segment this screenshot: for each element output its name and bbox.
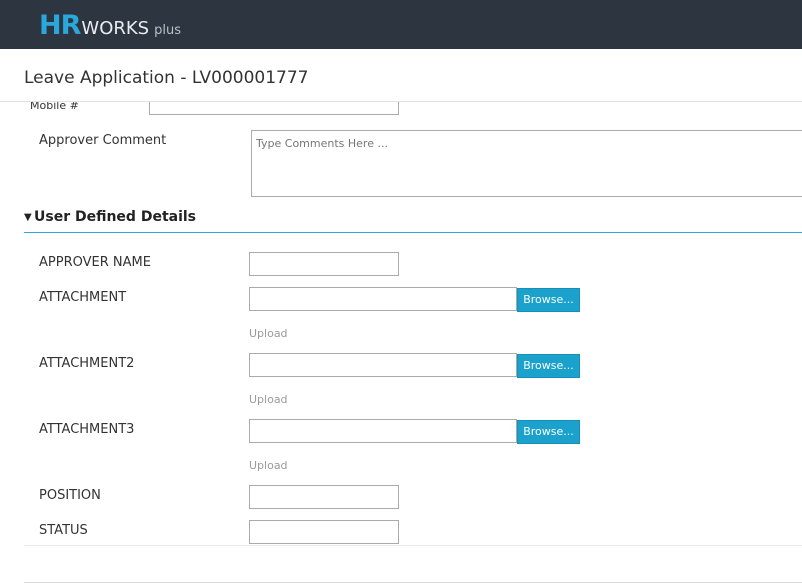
hrworks-plus-logo[interactable]: HRWORKS plus <box>39 10 181 42</box>
approver-comment-label: Approver Comment <box>39 133 167 148</box>
attachment2-browse-button[interactable]: Browse... <box>517 354 580 378</box>
attachment3-upload-hint: Upload <box>249 459 288 472</box>
user-defined-details-header[interactable]: ▼ User Defined Details <box>24 208 802 233</box>
page-header: Leave Application - LV000001777 <box>0 49 802 102</box>
position-label: POSITION <box>39 488 101 503</box>
page-title: Leave Application - LV000001777 <box>24 68 309 88</box>
position-input[interactable] <box>249 485 399 509</box>
status-input[interactable] <box>249 520 399 544</box>
approver-comment-textarea[interactable]: Type Comments Here ... <box>251 130 802 197</box>
approver-name-label: APPROVER NAME <box>39 255 151 270</box>
attachment3-browse-button[interactable]: Browse... <box>517 420 580 444</box>
footer-divider <box>24 582 802 583</box>
attachment2-upload-hint: Upload <box>249 393 288 406</box>
attachment2-label: ATTACHMENT2 <box>39 356 135 371</box>
attachment3-file-input[interactable] <box>249 419 517 443</box>
form-scroll-area[interactable]: Mobile # Approver Comment Type Comments … <box>0 102 802 588</box>
attachment3-label: ATTACHMENT3 <box>39 422 135 437</box>
logo-plus-text: plus <box>154 23 181 38</box>
caret-down-icon: ▼ <box>24 212 32 223</box>
logo-hr-text: HR <box>39 10 81 41</box>
attachment-browse-button[interactable]: Browse... <box>517 288 580 312</box>
mobile-label: Mobile # <box>30 102 79 112</box>
top-navbar: HRWORKS plus <box>0 0 802 49</box>
section-divider <box>24 545 802 546</box>
status-label: STATUS <box>39 523 88 538</box>
mobile-input[interactable] <box>149 102 399 115</box>
attachment-label: ATTACHMENT <box>39 290 127 305</box>
logo-works-text: WORKS <box>81 18 150 39</box>
section-title: User Defined Details <box>34 209 197 225</box>
approver-name-input[interactable] <box>249 252 399 276</box>
attachment-upload-hint: Upload <box>249 327 288 340</box>
attachment2-file-input[interactable] <box>249 353 517 377</box>
attachment-file-input[interactable] <box>249 287 517 311</box>
